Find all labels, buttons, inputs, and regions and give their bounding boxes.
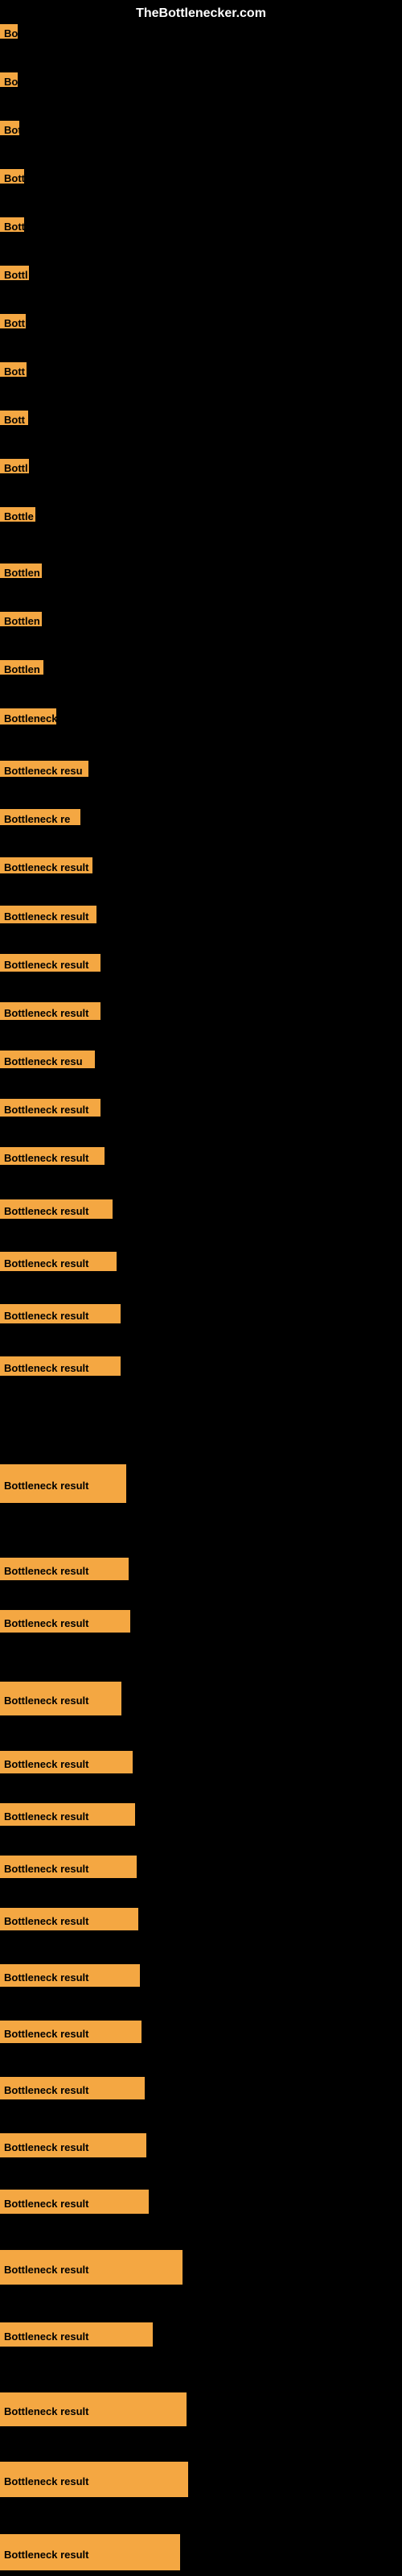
bottleneck-item: Bottleneck result <box>0 2077 145 2099</box>
bottleneck-item: Bottleneck result <box>0 2534 180 2570</box>
bottleneck-item: Bott <box>0 169 24 184</box>
bottleneck-item: Bottleneck result <box>0 1304 121 1323</box>
bottleneck-item: Bottleneck <box>0 708 56 724</box>
bottleneck-item: Bottlen <box>0 564 42 578</box>
bottleneck-item: Bott <box>0 314 26 328</box>
bottleneck-item: Bottleneck result <box>0 2462 188 2497</box>
bottleneck-item: Bottleneck result <box>0 1964 140 1987</box>
bottleneck-item: Bottleneck result <box>0 954 100 972</box>
bottleneck-item: Bottleneck result <box>0 1252 117 1271</box>
bottleneck-item: Bottleneck result <box>0 1199 113 1219</box>
bottleneck-item: Bottleneck result <box>0 857 92 873</box>
bottleneck-item: Bottl <box>0 459 29 473</box>
bottleneck-item: Bottleneck result <box>0 2190 149 2214</box>
bottleneck-item: Bottl <box>0 266 29 280</box>
bottleneck-item: Bottlen <box>0 660 43 675</box>
bottleneck-item: Bottleneck result <box>0 1803 135 1826</box>
bottleneck-item: Bottleneck result <box>0 1002 100 1020</box>
bottleneck-item: Bottleneck result <box>0 2392 187 2426</box>
bottleneck-item: Bottleneck re <box>0 809 80 825</box>
bottleneck-item: Bottleneck resu <box>0 1051 95 1068</box>
site-title: TheBottlenecker.com <box>136 6 266 21</box>
bottleneck-item: Bottleneck result <box>0 1856 137 1878</box>
bottleneck-item: Bottle <box>0 507 35 522</box>
bottleneck-item: Bottleneck resu <box>0 761 88 777</box>
bottleneck-item: Bottleneck result <box>0 1908 138 1930</box>
bottleneck-item: Bottleneck result <box>0 2322 153 2347</box>
bottleneck-item: Bottleneck result <box>0 906 96 923</box>
bottleneck-item: Bottlen <box>0 612 42 626</box>
bottleneck-item: Bottleneck result <box>0 1356 121 1376</box>
bottleneck-item: Bottleneck result <box>0 1682 121 1715</box>
bottleneck-item: Bott <box>0 362 27 377</box>
bottleneck-item: Bottleneck result <box>0 2250 183 2285</box>
bottleneck-item: Bottleneck result <box>0 1558 129 1580</box>
bottleneck-item: Bo <box>0 72 18 87</box>
bottleneck-item: Bo <box>0 24 18 39</box>
bottleneck-item: Bottleneck result <box>0 1099 100 1117</box>
bottleneck-item: Bottleneck result <box>0 2021 142 2043</box>
bottleneck-item: Bottleneck result <box>0 1751 133 1773</box>
bottleneck-item: Bottleneck result <box>0 1147 105 1165</box>
bottleneck-item: Bottleneck result <box>0 1610 130 1633</box>
bottleneck-item: Bott <box>0 217 24 232</box>
bottleneck-item: Bottleneck result <box>0 1464 126 1503</box>
bottleneck-item: Bott <box>0 411 28 425</box>
bottleneck-item: Bottleneck result <box>0 2133 146 2157</box>
bottleneck-item: Bot <box>0 121 19 135</box>
